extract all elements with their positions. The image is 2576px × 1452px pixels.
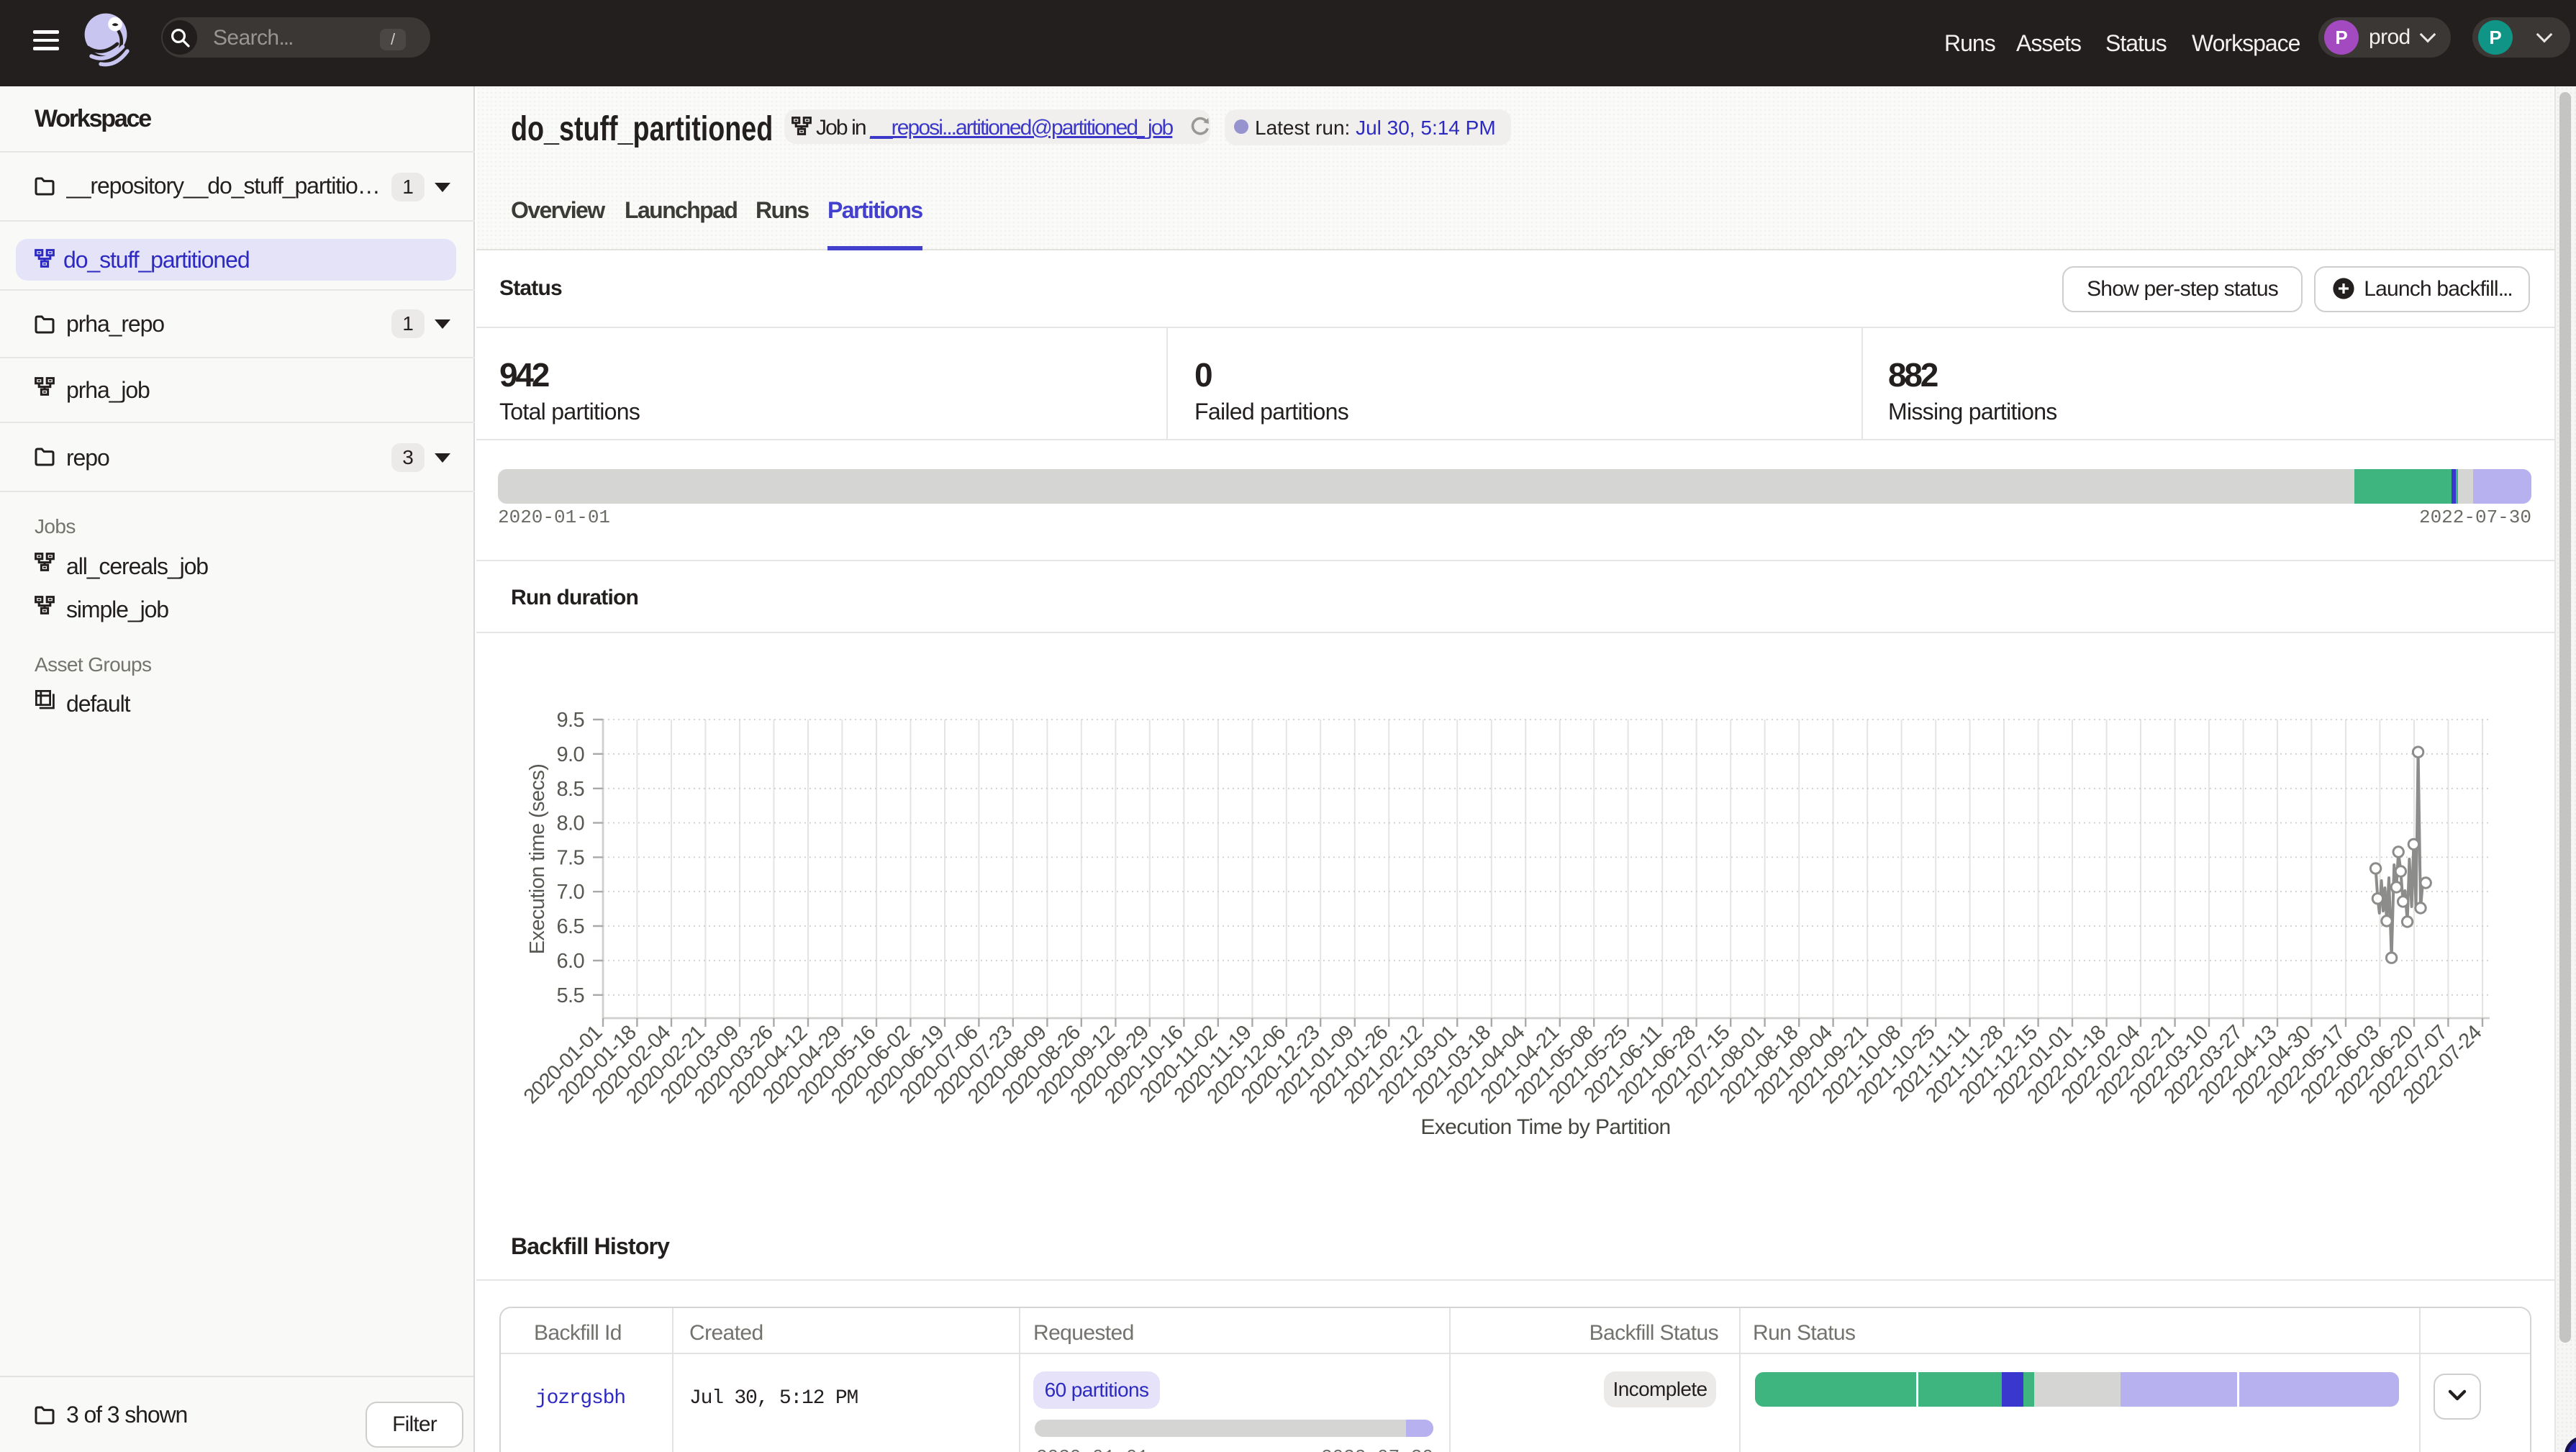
svg-text:7.5: 7.5 (556, 846, 584, 869)
svg-text:6.0: 6.0 (556, 950, 584, 973)
svg-text:7.0: 7.0 (556, 881, 584, 904)
svg-text:Execution time (secs): Execution time (secs) (526, 764, 549, 955)
svg-text:9.0: 9.0 (556, 743, 584, 766)
svg-text:8.5: 8.5 (556, 778, 584, 801)
svg-text:9.5: 9.5 (556, 709, 584, 732)
svg-text:6.5: 6.5 (556, 915, 584, 938)
svg-text:5.5: 5.5 (556, 984, 584, 1007)
svg-text:8.0: 8.0 (556, 812, 584, 835)
svg-text:Execution Time by Partition: Execution Time by Partition (1420, 1115, 1670, 1139)
